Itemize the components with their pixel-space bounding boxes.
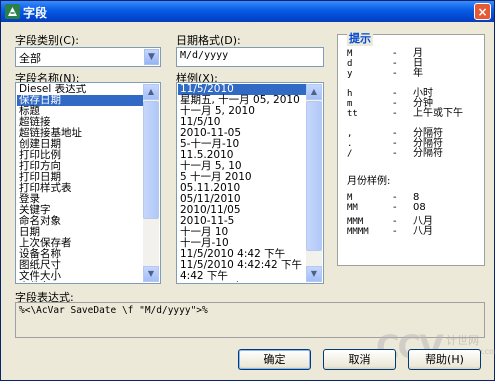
- hint-row: tt - 上午或下午: [347, 104, 463, 119]
- hint-row: / - 分隔符: [347, 144, 443, 159]
- ok-button[interactable]: 确定: [238, 349, 311, 370]
- date-format-label: 日期格式(D):: [176, 34, 241, 47]
- scroll-up-icon[interactable]: ▲: [143, 84, 159, 100]
- scroll-thumb[interactable]: [306, 101, 322, 251]
- category-label: 字段类别(C):: [15, 34, 79, 47]
- hint-dash: -: [393, 148, 397, 159]
- hint-dash: -: [393, 68, 397, 79]
- hint-row: MMMM - 八月: [347, 222, 433, 237]
- hint-code: tt: [347, 109, 358, 119]
- examples-list[interactable]: 11/5/2010 星期五, 十一月 05, 2010 十一月 5, 2010 11/…: [176, 82, 324, 284]
- scroll-thumb[interactable]: [143, 101, 159, 219]
- field-names-scrollbar[interactable]: ▲ ▼: [143, 84, 159, 282]
- category-selected-value: 全部: [19, 52, 41, 65]
- hint-code: /: [347, 149, 353, 159]
- watermark-name: 计世网: [446, 334, 479, 347]
- autocad-app-icon: [5, 4, 20, 19]
- hint-meaning: 八月: [413, 226, 433, 237]
- title-bar[interactable]: 字段 ×: [1, 1, 494, 22]
- category-select[interactable]: 全部 ▼: [15, 47, 161, 67]
- window-title: 字段: [23, 6, 48, 20]
- hint-dash: -: [393, 108, 397, 119]
- help-button[interactable]: 帮助(H): [408, 349, 481, 370]
- hint-meaning: 年: [413, 68, 423, 79]
- hint-code: y: [347, 69, 353, 79]
- cancel-button[interactable]: 取消: [323, 349, 396, 370]
- chevron-down-icon[interactable]: ▼: [144, 49, 159, 65]
- hint-meaning: 上午或下午: [413, 108, 463, 119]
- date-format-input[interactable]: M/d/yyyy: [176, 47, 324, 67]
- hint-meaning: 分隔符: [413, 148, 443, 159]
- close-button[interactable]: ×: [474, 3, 491, 20]
- scroll-down-icon[interactable]: ▼: [143, 266, 159, 282]
- examples-items: 11/5/2010 星期五, 十一月 05, 2010 十一月 5, 2010 11/…: [178, 84, 306, 282]
- hint-dash: -: [393, 226, 397, 237]
- field-dialog: 字段 × 字段类别(C): 全部 ▼ 字段名称(N): Diesel 表达式 保存…: [0, 0, 495, 381]
- hint-row: y-年: [347, 64, 423, 79]
- field-names-items: Diesel 表达式 保存日期 标题 超链接 超链接基地址 创建日期 打印比例 打印方向 打印日…: [17, 84, 143, 282]
- field-names-list[interactable]: Diesel 表达式 保存日期 标题 超链接 超链接基地址 创建日期 打印比例 打印方向 打印日…: [15, 82, 161, 284]
- scroll-up-icon[interactable]: ▲: [306, 84, 322, 100]
- examples-scrollbar[interactable]: ▲ ▼: [306, 84, 322, 282]
- close-icon: ×: [477, 5, 488, 19]
- scroll-down-icon[interactable]: ▼: [306, 266, 322, 282]
- month-sample-label: 月份样例:: [347, 176, 391, 187]
- hint-code: MMMM: [347, 227, 369, 237]
